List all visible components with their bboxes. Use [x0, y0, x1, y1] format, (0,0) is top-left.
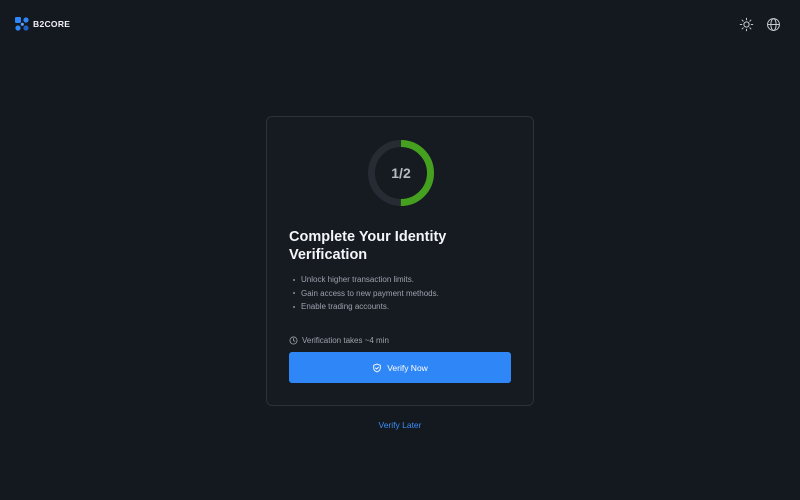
card-title: Complete Your Identity Verification — [289, 229, 447, 263]
benefit-text: Gain access to new payment methods. — [301, 288, 439, 298]
benefit-item: Enable trading accounts. — [293, 300, 439, 314]
top-bar: B2CORE — [0, 0, 800, 48]
brand-logo-icon — [15, 17, 29, 31]
verify-now-label: Verify Now — [387, 362, 428, 373]
globe-icon — [766, 17, 780, 31]
verify-later-link[interactable]: Verify Later — [0, 420, 800, 430]
duration-text: Verification takes ~4 min — [302, 336, 389, 345]
benefit-item: Unlock higher transaction limits. — [293, 273, 439, 287]
clock-icon — [289, 336, 298, 345]
bullet — [293, 278, 295, 281]
verification-progress: 1/2 — [366, 138, 436, 208]
sun-icon — [739, 17, 753, 31]
benefit-text: Unlock higher transaction limits. — [301, 275, 414, 284]
benefits-list: Unlock higher transaction limits. Gain a… — [293, 273, 439, 314]
benefit-item: Gain access to new payment methods. — [293, 287, 439, 301]
language-button[interactable] — [765, 16, 781, 32]
shield-check-icon — [373, 363, 381, 372]
benefit-text: Enable trading accounts. — [301, 302, 390, 311]
brand-name: B2CORE — [33, 19, 71, 29]
verification-duration: Verification takes ~4 min — [289, 336, 389, 345]
verification-card: 1/2 Complete Your Identity Verification … — [266, 116, 534, 406]
verify-now-button[interactable]: Verify Now — [289, 352, 511, 383]
bullet — [293, 292, 295, 295]
theme-toggle-button[interactable] — [738, 16, 754, 32]
progress-label: 1/2 — [391, 165, 411, 181]
bullet — [293, 305, 295, 308]
brand-logo[interactable]: B2CORE — [15, 17, 70, 31]
